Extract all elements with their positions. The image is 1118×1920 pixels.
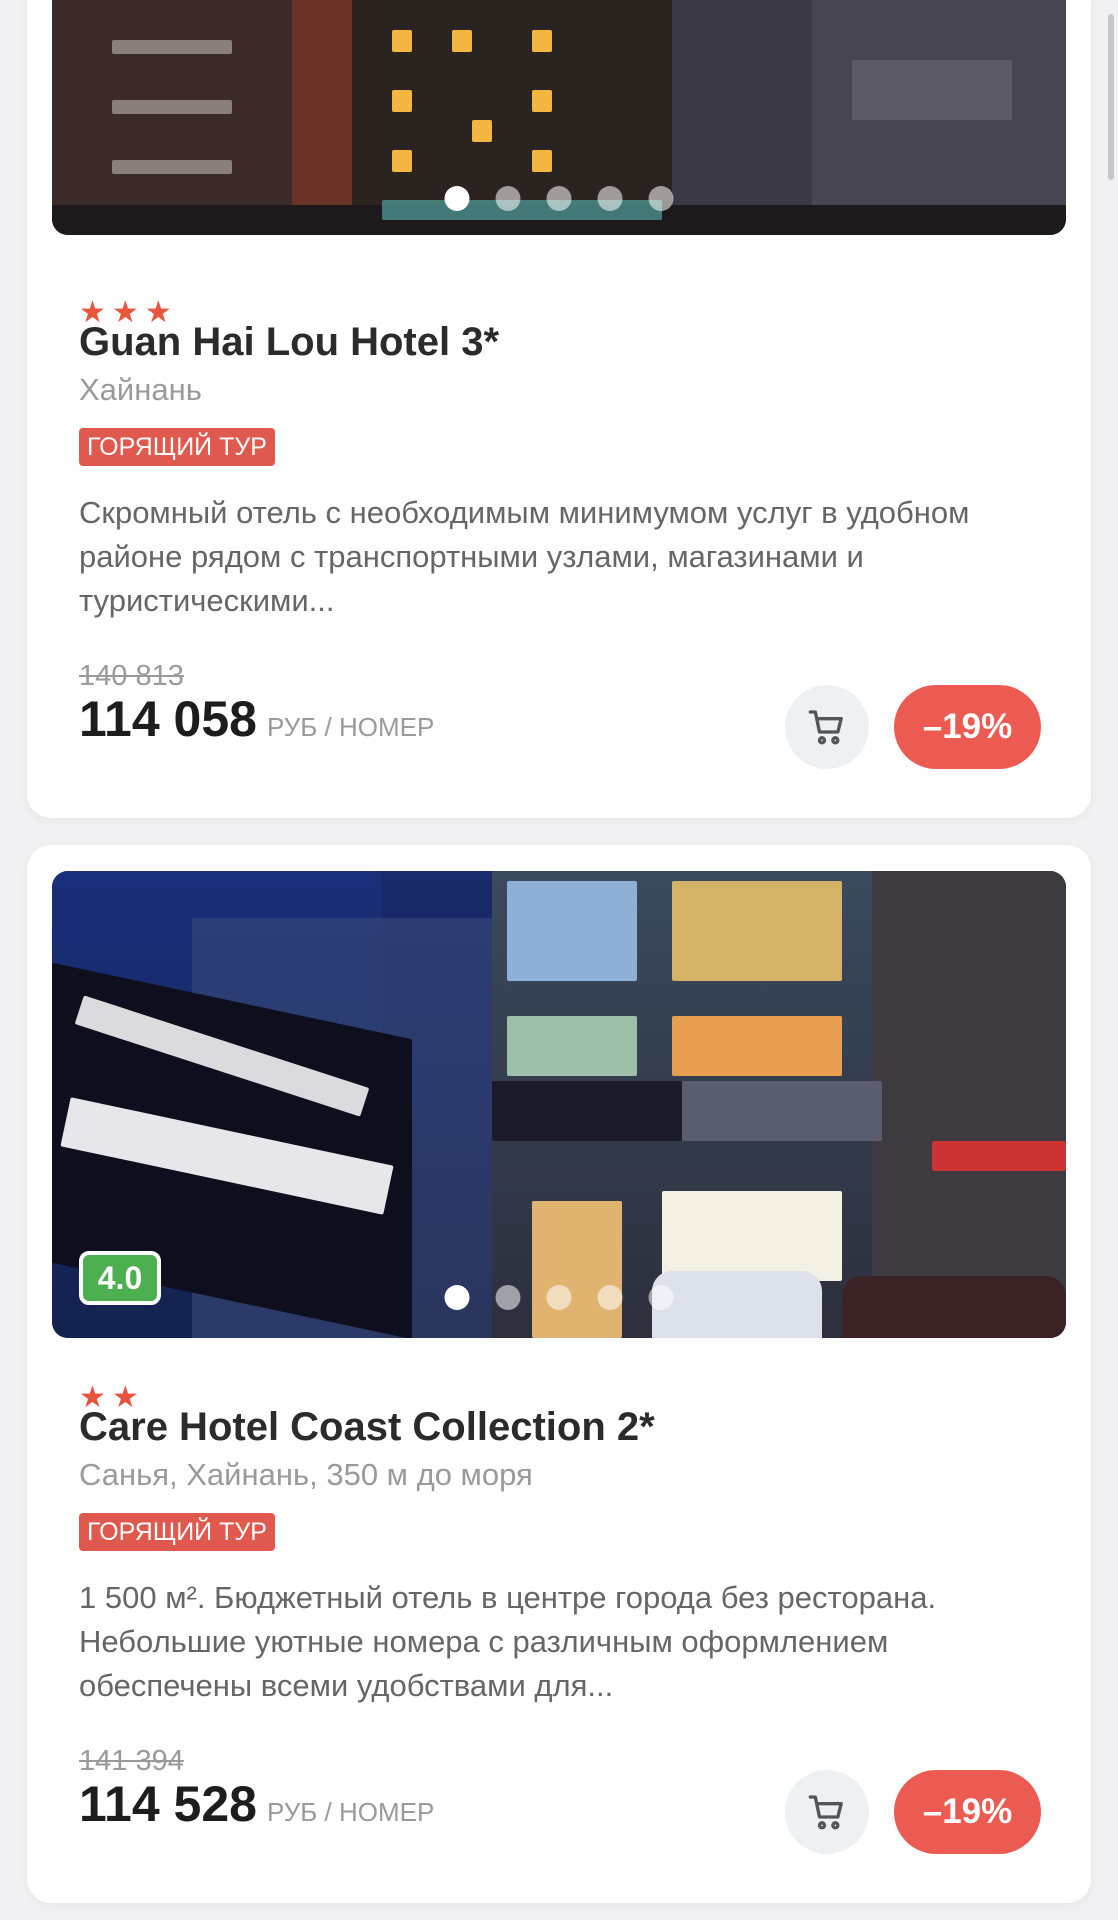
hotel-card[interactable]: 4.0 ★ ★ Care Hotel Coast Collection 2* С… <box>27 845 1091 1903</box>
photo-dot[interactable] <box>444 186 470 211</box>
cart-icon <box>808 1795 843 1830</box>
photo-dot[interactable] <box>648 1285 674 1310</box>
photo-dot[interactable] <box>546 1285 572 1310</box>
price-unit: РУБ / НОМЕР <box>266 712 435 742</box>
hotel-photo[interactable] <box>52 0 1066 235</box>
hot-tour-badge: ГОРЯЩИЙ ТУР <box>79 1513 275 1551</box>
rating-badge: 4.0 <box>79 1251 161 1305</box>
hotel-card[interactable]: ★ ★ ★ Guan Hai Lou Hotel 3* Хайнань ГОРЯ… <box>27 0 1091 818</box>
add-to-cart-button[interactable] <box>785 1770 869 1854</box>
price: 114 528 <box>79 1776 257 1832</box>
photo-dot[interactable] <box>597 1285 623 1310</box>
old-price: 140 813 <box>79 660 184 692</box>
photo-dot[interactable] <box>495 186 521 211</box>
cart-icon <box>808 710 843 745</box>
old-price: 141 394 <box>79 1745 184 1777</box>
hotel-description: 1 500 м². Бюджетный отель в центре город… <box>79 1580 937 1703</box>
price-unit: РУБ / НОМЕР <box>266 1797 435 1827</box>
scrollbar[interactable] <box>1108 14 1114 180</box>
hotel-name[interactable]: Guan Hai Lou Hotel 3* <box>79 320 499 365</box>
hotel-location: Санья, Хайнань, 350 м до моря <box>79 1457 533 1492</box>
price: 114 058 <box>79 691 257 747</box>
hotel-location: Хайнань <box>79 372 202 407</box>
photo-pagination[interactable] <box>444 186 674 211</box>
photo-dot[interactable] <box>597 186 623 211</box>
discount-button[interactable]: –19% <box>894 1770 1041 1854</box>
price-row: 114 528 РУБ / НОМЕР <box>79 1775 434 1833</box>
price-row: 114 058 РУБ / НОМЕР <box>79 690 434 748</box>
photo-dot[interactable] <box>444 1285 470 1310</box>
discount-button[interactable]: –19% <box>894 685 1041 769</box>
hotel-photo[interactable]: 4.0 <box>52 871 1066 1338</box>
photo-pagination[interactable] <box>444 1285 674 1310</box>
hot-tour-badge: ГОРЯЩИЙ ТУР <box>79 428 275 466</box>
photo-dot[interactable] <box>546 186 572 211</box>
photo-dot[interactable] <box>648 186 674 211</box>
hotel-name[interactable]: Care Hotel Coast Collection 2* <box>79 1405 655 1450</box>
hotel-description: Скромный отель с необходимым минимумом у… <box>79 495 970 618</box>
add-to-cart-button[interactable] <box>785 685 869 769</box>
photo-dot[interactable] <box>495 1285 521 1310</box>
